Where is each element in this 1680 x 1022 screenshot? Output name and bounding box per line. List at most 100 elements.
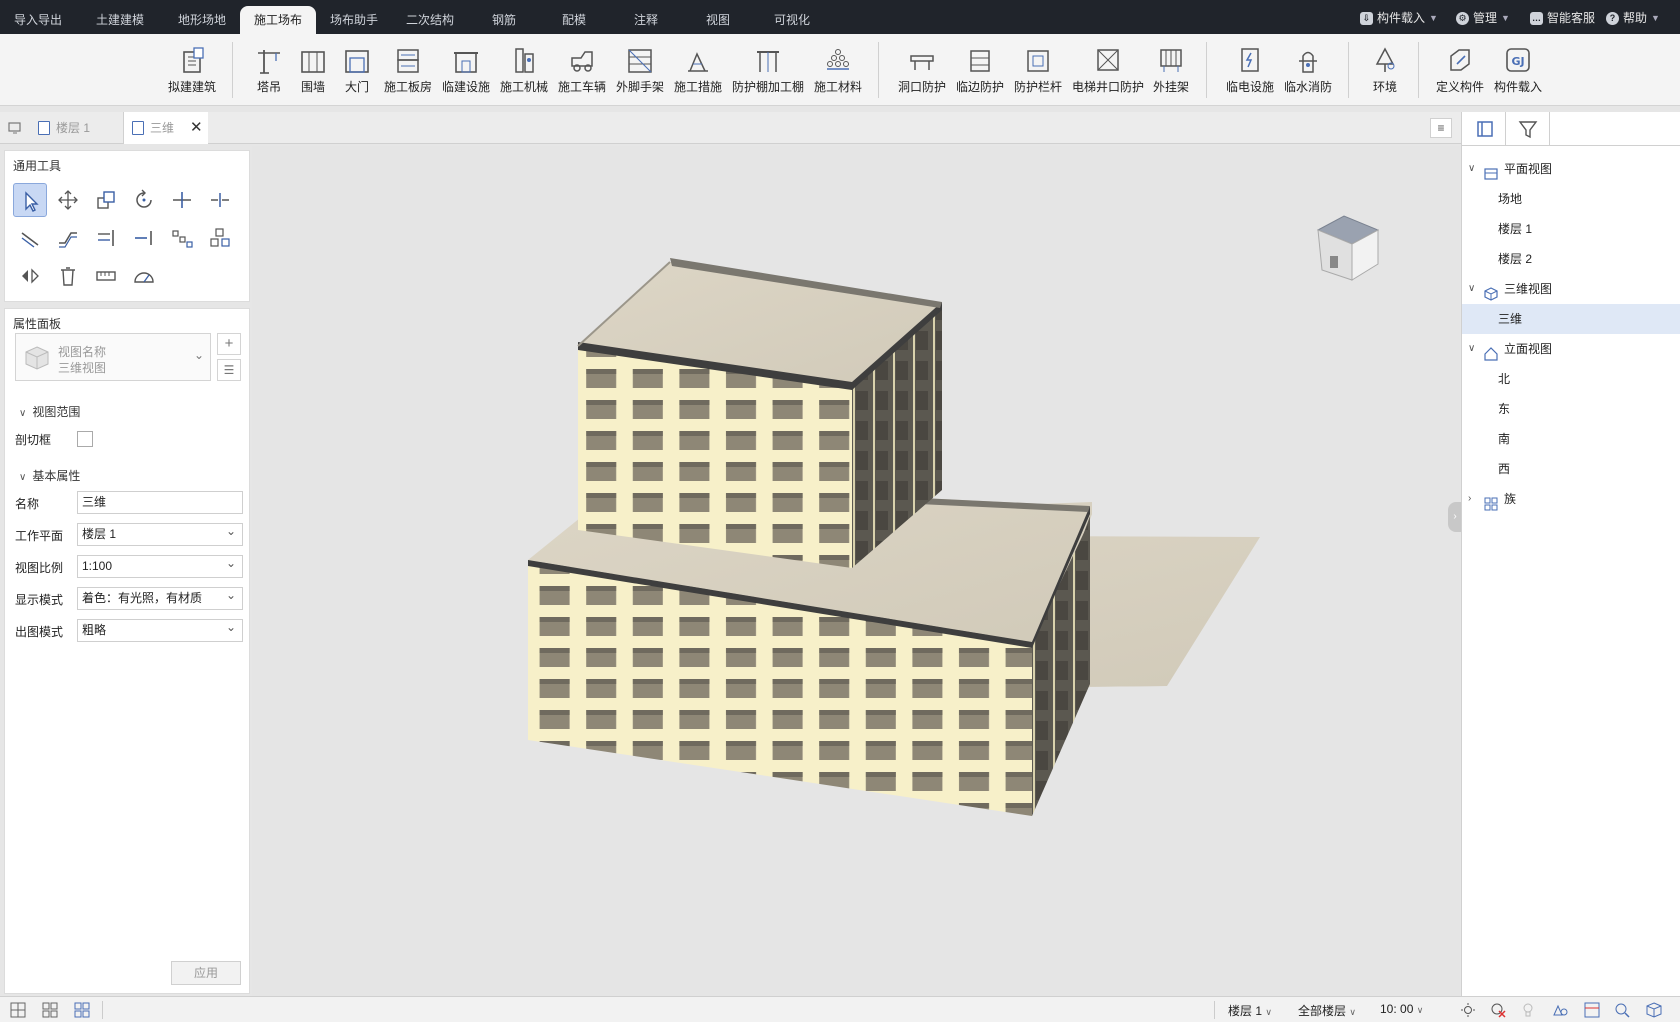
enclosure-wall-button[interactable]: 围墙 — [296, 46, 330, 102]
tree-item-3d[interactable]: 三维 — [1462, 304, 1680, 334]
collapse-panel-handle[interactable]: › — [1448, 502, 1462, 532]
panel-toggle-icon[interactable] — [1462, 112, 1506, 146]
name-field[interactable]: 三维 — [77, 491, 243, 514]
view-cube-house-icon[interactable] — [1304, 206, 1392, 290]
temporary-power-button[interactable]: 临电设施 — [1224, 46, 1276, 102]
floor-select[interactable]: 楼层 1 ∨ — [1228, 1002, 1272, 1019]
component-load-menu[interactable]: ⇩ 构件载入 ▼ — [1360, 9, 1438, 27]
section-view-range[interactable]: ∨ 视图范围 — [19, 403, 80, 420]
layout-single-icon[interactable] — [10, 1002, 26, 1018]
group-tool[interactable] — [203, 221, 237, 255]
elevator-shaft-protection-button[interactable]: 电梯井口防护 — [1070, 46, 1146, 102]
doc-tab-3d[interactable]: 三维 ✕ — [124, 112, 208, 144]
lightbulb-icon[interactable] — [1520, 1002, 1536, 1018]
extend-tool[interactable] — [89, 221, 123, 255]
manage-menu[interactable]: ⚙ 管理 ▼ — [1456, 9, 1510, 27]
break-tool[interactable] — [127, 221, 161, 255]
apply-button[interactable]: 应用 — [171, 961, 241, 985]
tree-item-site[interactable]: 场地 — [1462, 184, 1680, 214]
close-icon[interactable]: ✕ — [190, 112, 203, 144]
layout-tile-icon[interactable] — [74, 1002, 90, 1018]
opening-protection-button[interactable]: 洞口防护 — [896, 46, 948, 102]
tab-secondary-structure[interactable]: 二次结构 — [392, 6, 468, 34]
define-component-button[interactable]: 定义构件 — [1434, 46, 1486, 102]
add-icon[interactable]: + — [217, 333, 241, 355]
tab-view[interactable]: 视图 — [692, 6, 744, 34]
move-tool[interactable] — [51, 183, 85, 217]
3d-viewport[interactable]: › — [252, 146, 1462, 996]
smart-service-button[interactable]: … 智能客服 — [1530, 9, 1595, 27]
time-select[interactable]: 10: 00 ∨ — [1380, 1002, 1423, 1016]
tree-3d-views[interactable]: ∨ 三维视图 — [1462, 274, 1680, 304]
layout-grid-icon[interactable] — [42, 1002, 58, 1018]
split-tool[interactable] — [203, 183, 237, 217]
settings-list-icon[interactable]: ☰ — [217, 359, 241, 381]
tree-item-floor2[interactable]: 楼层 2 — [1462, 244, 1680, 274]
tab-civil-modeling[interactable]: 土建建模 — [82, 6, 158, 34]
help-menu[interactable]: ? 帮助 ▼ — [1606, 9, 1660, 27]
display-mode-select[interactable]: 着色：有光照，有材质 — [77, 585, 243, 610]
tree-families[interactable]: › 族 — [1462, 484, 1680, 514]
protective-shed-button[interactable]: 防护棚加工棚 — [730, 46, 806, 102]
tab-rebar[interactable]: 钢筋 — [478, 6, 530, 34]
guardrail-button[interactable]: 防护栏杆 — [1012, 46, 1064, 102]
temporary-facility-button[interactable]: 临建设施 — [440, 46, 492, 102]
tab-site-layout[interactable]: 施工场布 — [240, 6, 317, 34]
tree-item-east[interactable]: 东 — [1462, 394, 1680, 424]
mirror-tool[interactable] — [13, 259, 47, 293]
rotate-tool[interactable] — [127, 183, 161, 217]
proposed-building-button[interactable]: 拟建建筑 — [166, 46, 218, 102]
external-hanging-frame-button[interactable]: 外挂架 — [1150, 46, 1192, 102]
zoom-fit-icon[interactable] — [1614, 1002, 1630, 1018]
output-mode-select[interactable]: 粗略 — [77, 617, 243, 642]
sun-icon[interactable] — [1460, 1002, 1476, 1018]
construction-vehicle-button[interactable]: 施工车辆 — [556, 46, 608, 102]
tree-item-west[interactable]: 西 — [1462, 454, 1680, 484]
construction-material-button[interactable]: 施工材料 — [812, 46, 864, 102]
edge-protection-button[interactable]: 临边防护 — [954, 46, 1006, 102]
component-load-button[interactable]: GJ 构件载入 — [1492, 46, 1544, 102]
view-scale-select[interactable]: 1:100 — [77, 553, 243, 578]
tab-import-export[interactable]: 导入导出 — [0, 6, 76, 34]
visual-style-icon[interactable] — [1552, 1002, 1568, 1018]
tree-item-floor1[interactable]: 楼层 1 — [1462, 214, 1680, 244]
construction-machinery-button[interactable]: 施工机械 — [498, 46, 550, 102]
offset-tool[interactable] — [13, 221, 47, 255]
site-board-house-button[interactable]: 施工板房 — [382, 46, 434, 102]
menu-icon[interactable]: ≡ — [1430, 118, 1452, 138]
copy-tool[interactable] — [89, 183, 123, 217]
section-box-icon[interactable] — [1584, 1002, 1600, 1018]
tab-terrain[interactable]: 地形场地 — [164, 6, 240, 34]
tab-formwork[interactable]: 配模 — [548, 6, 600, 34]
array-tool[interactable] — [165, 221, 199, 255]
window-restore-icon[interactable] — [8, 121, 24, 135]
tree-item-north[interactable]: 北 — [1462, 364, 1680, 394]
work-plane-select[interactable]: 楼层 1 — [77, 521, 243, 546]
environment-button[interactable]: 环境 — [1366, 46, 1404, 102]
tower-crane-button[interactable]: 塔吊 — [252, 46, 286, 102]
shadow-off-icon[interactable] — [1490, 1002, 1506, 1018]
trash-icon[interactable] — [51, 259, 85, 293]
tab-layout-assistant[interactable]: 场布助手 — [316, 6, 392, 34]
tree-item-south[interactable]: 南 — [1462, 424, 1680, 454]
all-floors-select[interactable]: 全部楼层 ∨ — [1298, 1002, 1356, 1019]
water-fire-protection-button[interactable]: 临水消防 — [1282, 46, 1334, 102]
trim-tool[interactable] — [165, 183, 199, 217]
section-basic-properties[interactable]: ∨ 基本属性 — [19, 467, 80, 484]
measure-tool[interactable] — [89, 259, 123, 293]
tree-plan-views[interactable]: ∨ 平面视图 — [1462, 154, 1680, 184]
tab-annotation[interactable]: 注释 — [620, 6, 672, 34]
cut-box-checkbox[interactable] — [77, 431, 93, 447]
angle-measure-tool[interactable] — [127, 259, 161, 293]
external-scaffold-button[interactable]: 外脚手架 — [614, 46, 666, 102]
3d-box-icon[interactable] — [1646, 1002, 1662, 1018]
construction-measures-button[interactable]: 施工措施 — [672, 46, 724, 102]
align-tool[interactable] — [51, 221, 85, 255]
select-tool[interactable] — [13, 183, 47, 217]
tree-elevation-views[interactable]: ∨ 立面视图 — [1462, 334, 1680, 364]
view-type-selector[interactable]: 视图名称 三维视图 ⌄ — [15, 333, 211, 381]
doc-tab-floor1[interactable]: 楼层 1 — [30, 112, 124, 144]
filter-icon[interactable] — [1506, 112, 1550, 146]
tab-visualization[interactable]: 可视化 — [760, 6, 824, 34]
gate-button[interactable]: 大门 — [340, 46, 374, 102]
